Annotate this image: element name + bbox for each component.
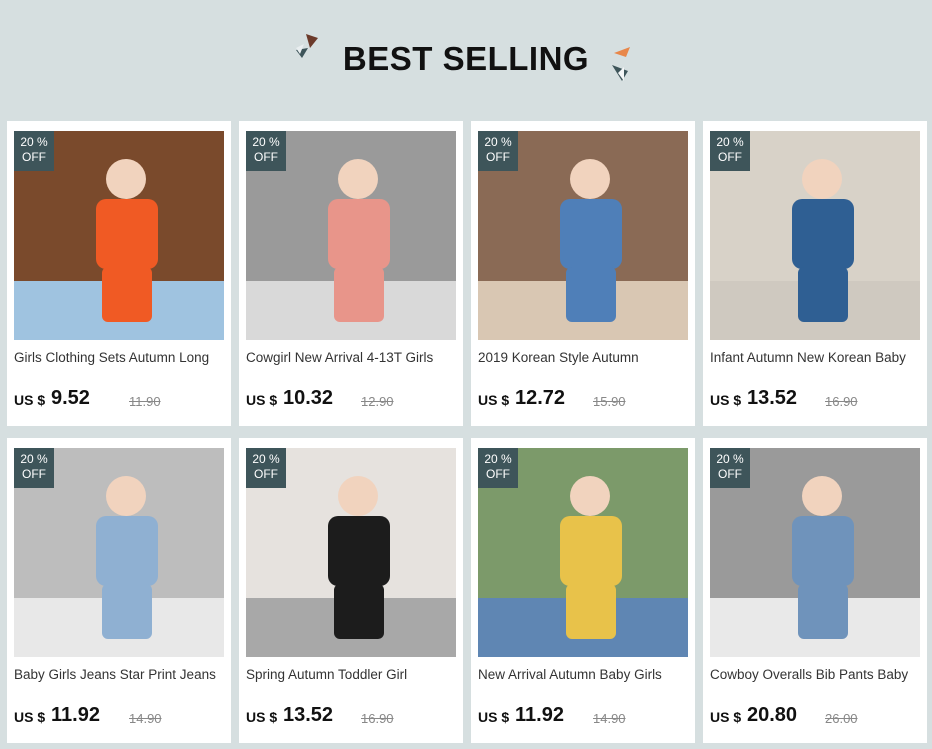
product-card[interactable]: 20 % OFF Infant Autumn New Korean Baby U…	[703, 121, 927, 426]
discount-badge: 20 % OFF	[478, 448, 518, 488]
product-card[interactable]: 20 % OFF Spring Autumn Toddler Girl US $…	[239, 438, 463, 743]
discount-badge: 20 % OFF	[710, 448, 750, 488]
price-row: US $ 13.52 16.90	[246, 704, 456, 728]
discount-percent: 20 %	[252, 452, 280, 466]
original-price: 14.90	[129, 711, 162, 726]
original-price: 26.00	[825, 711, 858, 726]
discount-percent: 20 %	[20, 135, 48, 149]
discount-badge: 20 % OFF	[710, 131, 750, 171]
discount-off-label: OFF	[486, 150, 510, 164]
product-grid: 20 % OFF Girls Clothing Sets Autumn Long…	[7, 121, 927, 743]
discount-off-label: OFF	[22, 150, 46, 164]
currency-label: US $	[710, 709, 742, 725]
discount-badge: 20 % OFF	[246, 131, 286, 171]
page-title: BEST SELLING	[342, 40, 590, 77]
product-name[interactable]: Girls Clothing Sets Autumn Long	[14, 350, 224, 365]
discount-badge: 20 % OFF	[14, 448, 54, 488]
original-price: 14.90	[593, 711, 626, 726]
sale-price: 20.80	[747, 704, 798, 726]
discount-percent: 20 %	[252, 135, 280, 149]
discount-percent: 20 %	[484, 452, 512, 466]
product-card[interactable]: 20 % OFF New Arrival Autumn Baby Girls U…	[471, 438, 695, 743]
product-card[interactable]: 20 % OFF Girls Clothing Sets Autumn Long…	[7, 121, 231, 426]
price-row: US $ 11.92 14.90	[14, 704, 224, 728]
currency-label: US $	[14, 392, 46, 408]
product-image[interactable]: 20 % OFF	[710, 131, 920, 340]
price-row: US $ 10.32 12.90	[246, 387, 456, 411]
price-row: US $ 12.72 15.90	[478, 387, 688, 411]
currency-label: US $	[710, 392, 742, 408]
price-row: US $ 11.92 14.90	[478, 704, 688, 728]
discount-percent: 20 %	[716, 452, 744, 466]
product-image[interactable]: 20 % OFF	[246, 448, 456, 657]
discount-off-label: OFF	[254, 150, 278, 164]
sale-price: 10.32	[283, 387, 334, 409]
price-row: US $ 13.52 16.90	[710, 387, 920, 411]
currency-label: US $	[14, 709, 46, 725]
original-price: 16.90	[825, 394, 858, 409]
discount-percent: 20 %	[716, 135, 744, 149]
discount-off-label: OFF	[718, 467, 742, 481]
product-image[interactable]: 20 % OFF	[710, 448, 920, 657]
product-name[interactable]: Cowboy Overalls Bib Pants Baby	[710, 667, 920, 682]
product-name[interactable]: Spring Autumn Toddler Girl	[246, 667, 456, 682]
discount-off-label: OFF	[718, 150, 742, 164]
sale-price: 11.92	[51, 704, 100, 726]
product-name[interactable]: Cowgirl New Arrival 4-13T Girls	[246, 350, 456, 365]
sale-price: 13.52	[283, 704, 334, 726]
original-price: 11.90	[129, 394, 161, 409]
original-price: 15.90	[593, 394, 626, 409]
product-card[interactable]: 20 % OFF Cowboy Overalls Bib Pants Baby …	[703, 438, 927, 743]
discount-badge: 20 % OFF	[478, 131, 518, 171]
product-name[interactable]: Infant Autumn New Korean Baby	[710, 350, 920, 365]
product-image[interactable]: 20 % OFF	[478, 448, 688, 657]
product-name[interactable]: New Arrival Autumn Baby Girls	[478, 667, 688, 682]
discount-badge: 20 % OFF	[14, 131, 54, 171]
sale-price: 12.72	[515, 387, 566, 409]
original-price: 12.90	[361, 394, 394, 409]
discount-badge: 20 % OFF	[246, 448, 286, 488]
currency-label: US $	[478, 392, 510, 408]
discount-percent: 20 %	[20, 452, 48, 466]
product-image[interactable]: 20 % OFF	[246, 131, 456, 340]
price-row: US $ 9.52 11.90	[14, 387, 224, 411]
sale-price: 11.92	[515, 704, 564, 726]
price-row: US $ 20.80 26.00	[710, 704, 920, 728]
product-card[interactable]: 20 % OFF Baby Girls Jeans Star Print Jea…	[7, 438, 231, 743]
product-image[interactable]: 20 % OFF	[14, 448, 224, 657]
product-image[interactable]: 20 % OFF	[478, 131, 688, 340]
product-name[interactable]: 2019 Korean Style Autumn	[478, 350, 688, 365]
product-name[interactable]: Baby Girls Jeans Star Print Jeans	[14, 667, 224, 682]
currency-label: US $	[246, 392, 278, 408]
product-card[interactable]: 20 % OFF 2019 Korean Style Autumn US $ 1…	[471, 121, 695, 426]
product-image[interactable]: 20 % OFF	[14, 131, 224, 340]
original-price: 16.90	[361, 711, 394, 726]
discount-percent: 20 %	[484, 135, 512, 149]
decorative-triangles-right-icon	[612, 47, 630, 81]
product-card[interactable]: 20 % OFF Cowgirl New Arrival 4-13T Girls…	[239, 121, 463, 426]
sale-price: 9.52	[51, 387, 90, 409]
discount-off-label: OFF	[254, 467, 278, 481]
section-header: BEST SELLING	[0, 0, 932, 122]
discount-off-label: OFF	[486, 467, 510, 481]
discount-off-label: OFF	[22, 467, 46, 481]
currency-label: US $	[246, 709, 278, 725]
currency-label: US $	[478, 709, 510, 725]
sale-price: 13.52	[747, 387, 798, 409]
